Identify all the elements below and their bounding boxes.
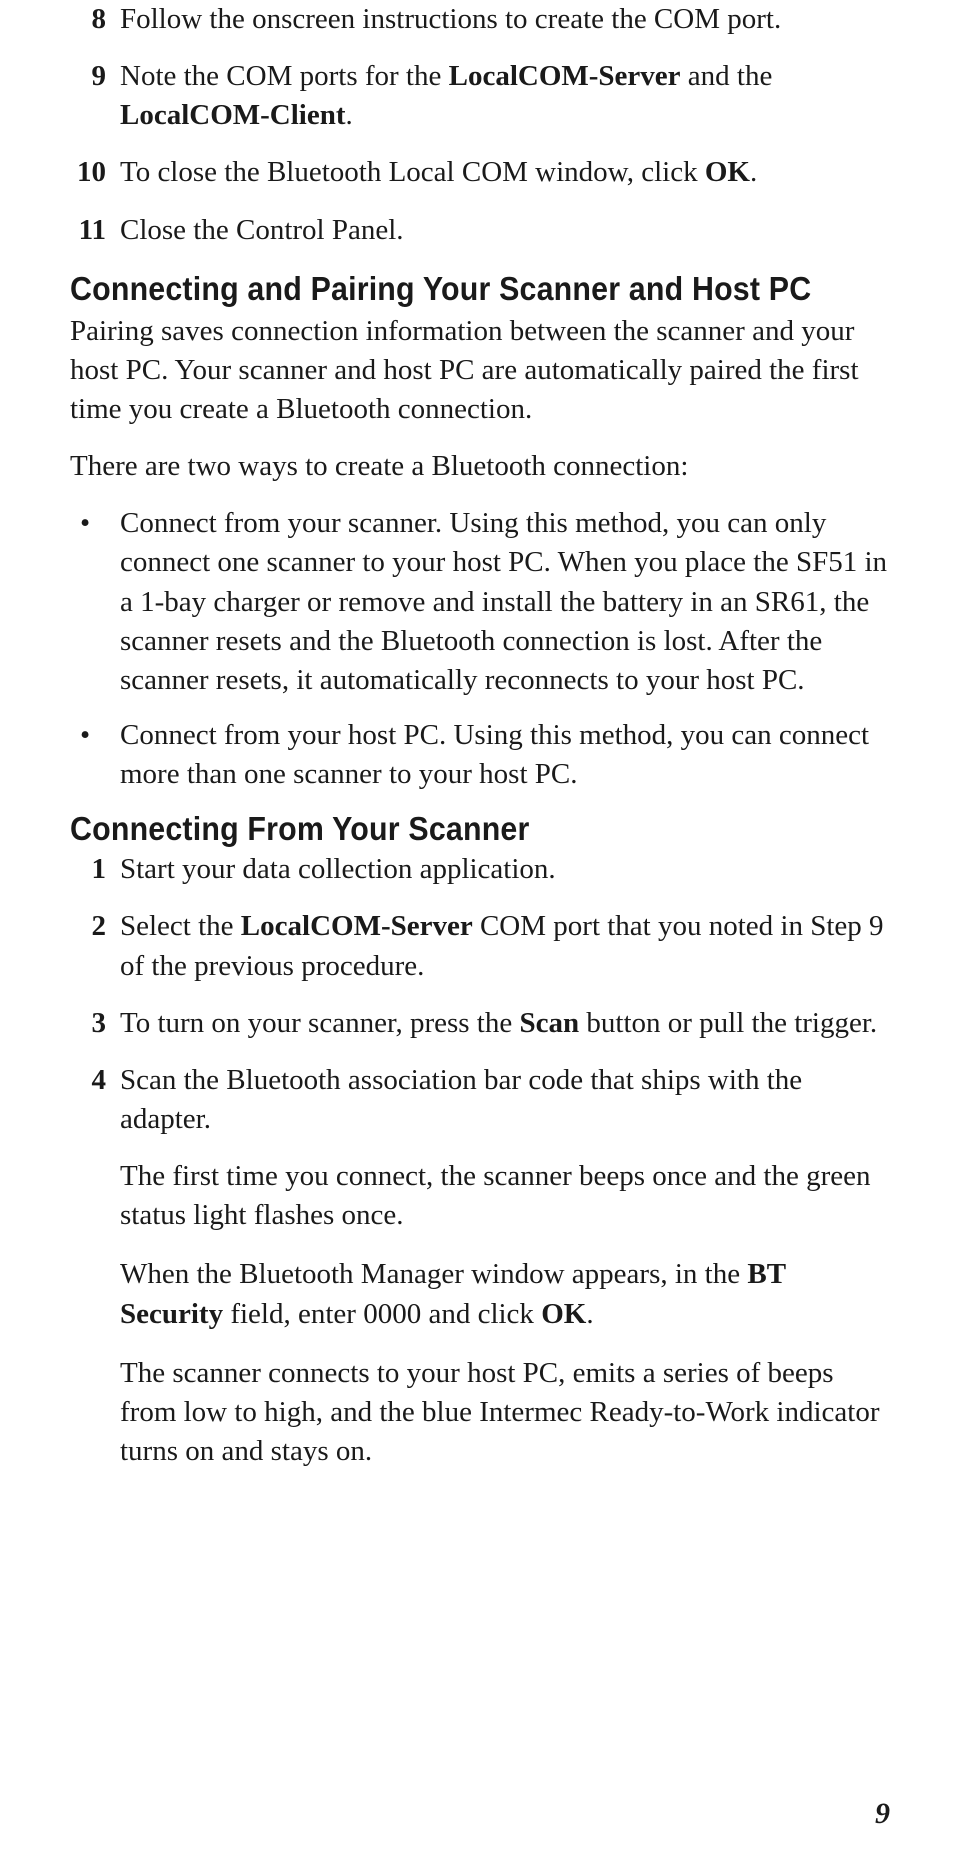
bullet-list: • Connect from your scanner. Using this …	[70, 504, 890, 794]
step-text: Note the COM ports for the LocalCOM-Serv…	[120, 57, 890, 135]
step-number: 8	[70, 0, 120, 39]
step-text: Start your data collection application.	[120, 850, 890, 889]
step-8: 8 Follow the onscreen instructions to cr…	[70, 0, 890, 39]
step-4: 4 Scan the Bluetooth association bar cod…	[70, 1061, 890, 1139]
sub-paragraph: The first time you connect, the scanner …	[120, 1157, 890, 1235]
step-10: 10 To close the Bluetooth Local COM wind…	[70, 153, 890, 192]
step-text: To close the Bluetooth Local COM window,…	[120, 153, 890, 192]
step-3: 3 To turn on your scanner, press the Sca…	[70, 1004, 890, 1043]
bullet-icon: •	[70, 504, 120, 700]
step-text: Select the LocalCOM-Server COM port that…	[120, 907, 890, 985]
step-number: 2	[70, 907, 120, 985]
step-text: Close the Control Panel.	[120, 211, 890, 250]
sub-paragraph: When the Bluetooth Manager window appear…	[120, 1255, 890, 1333]
step-number: 10	[70, 153, 120, 192]
page-number: 9	[875, 1797, 890, 1831]
paragraph: Pairing saves connection information bet…	[70, 312, 890, 429]
list-item: • Connect from your scanner. Using this …	[70, 504, 890, 700]
step-2: 2 Select the LocalCOM-Server COM port th…	[70, 907, 890, 985]
step-number: 9	[70, 57, 120, 135]
list-item-text: Connect from your host PC. Using this me…	[120, 716, 890, 794]
step-number: 1	[70, 850, 120, 889]
list-item: • Connect from your host PC. Using this …	[70, 716, 890, 794]
step-number: 3	[70, 1004, 120, 1043]
step-9: 9 Note the COM ports for the LocalCOM-Se…	[70, 57, 890, 135]
heading-connecting-pairing: Connecting and Pairing Your Scanner and …	[70, 270, 824, 308]
step-number: 4	[70, 1061, 120, 1139]
step-number: 11	[70, 211, 120, 250]
step-text: Follow the onscreen instructions to crea…	[120, 0, 890, 39]
document-page: 8 Follow the onscreen instructions to cr…	[70, 0, 890, 1471]
paragraph: There are two ways to create a Bluetooth…	[70, 447, 890, 486]
step-text: To turn on your scanner, press the Scan …	[120, 1004, 890, 1043]
step-11: 11 Close the Control Panel.	[70, 211, 890, 250]
sub-paragraph: The scanner connects to your host PC, em…	[120, 1354, 890, 1471]
list-item-text: Connect from your scanner. Using this me…	[120, 504, 890, 700]
step-text: Scan the Bluetooth association bar code …	[120, 1061, 890, 1139]
bullet-icon: •	[70, 716, 120, 794]
heading-connecting-from-scanner: Connecting From Your Scanner	[70, 810, 824, 848]
step-1: 1 Start your data collection application…	[70, 850, 890, 889]
